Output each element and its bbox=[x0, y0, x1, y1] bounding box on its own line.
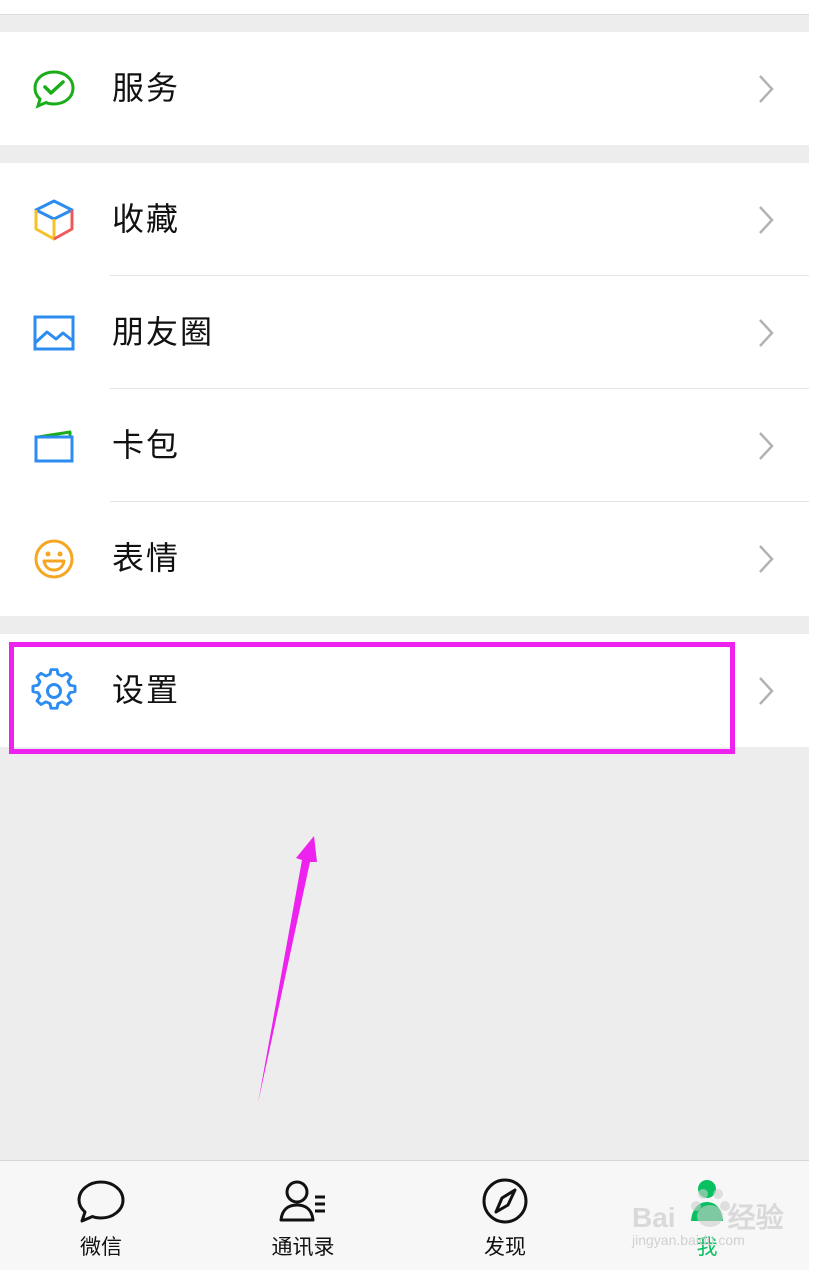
chevron-right-icon bbox=[759, 545, 774, 573]
smiley-face-icon bbox=[34, 539, 74, 579]
tab-chats[interactable]: 微信 bbox=[0, 1161, 202, 1270]
menu-item-service[interactable]: 服务 bbox=[0, 32, 809, 145]
tab-discover[interactable]: 发现 bbox=[404, 1161, 606, 1270]
chat-bubble-icon bbox=[77, 1180, 125, 1223]
services-group: 服务 bbox=[0, 32, 809, 145]
highlight-box bbox=[9, 642, 735, 754]
card-wallet-icon bbox=[34, 430, 74, 463]
contacts-person-icon bbox=[279, 1180, 325, 1222]
tab-label: 微信 bbox=[80, 1235, 122, 1259]
menu-item-moments[interactable]: 朋友圈 bbox=[0, 276, 809, 389]
menu-item-label: 表情 bbox=[112, 539, 181, 577]
chevron-right-icon bbox=[759, 677, 774, 705]
chevron-right-icon bbox=[759, 206, 774, 234]
menu-item-label: 卡包 bbox=[112, 426, 181, 464]
chevron-right-icon bbox=[759, 75, 774, 103]
tab-label: 发现 bbox=[484, 1235, 526, 1259]
right-edge-strip bbox=[809, 0, 822, 1269]
service-check-icon bbox=[33, 70, 75, 109]
top-section bbox=[0, 0, 809, 15]
moments-picture-icon bbox=[33, 315, 75, 351]
tab-contacts[interactable]: 通讯录 bbox=[202, 1161, 404, 1270]
menu-item-label: 朋友圈 bbox=[112, 313, 215, 351]
favorites-cube-icon bbox=[34, 199, 74, 241]
menu-item-stickers[interactable]: 表情 bbox=[0, 502, 809, 615]
chevron-right-icon bbox=[759, 319, 774, 347]
menu-item-label: 服务 bbox=[112, 69, 181, 107]
menu-item-label: 收藏 bbox=[112, 200, 181, 238]
chevron-right-icon bbox=[759, 432, 774, 460]
me-page: 服务 收藏 朋友圈 卡包 表情 设置 微信 通讯录 发现 我 bbox=[0, 0, 809, 1270]
compass-icon bbox=[482, 1178, 528, 1224]
features-group: 收藏 朋友圈 卡包 表情 bbox=[0, 163, 809, 616]
tab-label: 通讯录 bbox=[271, 1235, 335, 1259]
menu-item-favorites[interactable]: 收藏 bbox=[0, 163, 809, 276]
watermark-url: jingyan.baidu.com bbox=[632, 1232, 745, 1248]
menu-item-cards[interactable]: 卡包 bbox=[0, 389, 809, 502]
